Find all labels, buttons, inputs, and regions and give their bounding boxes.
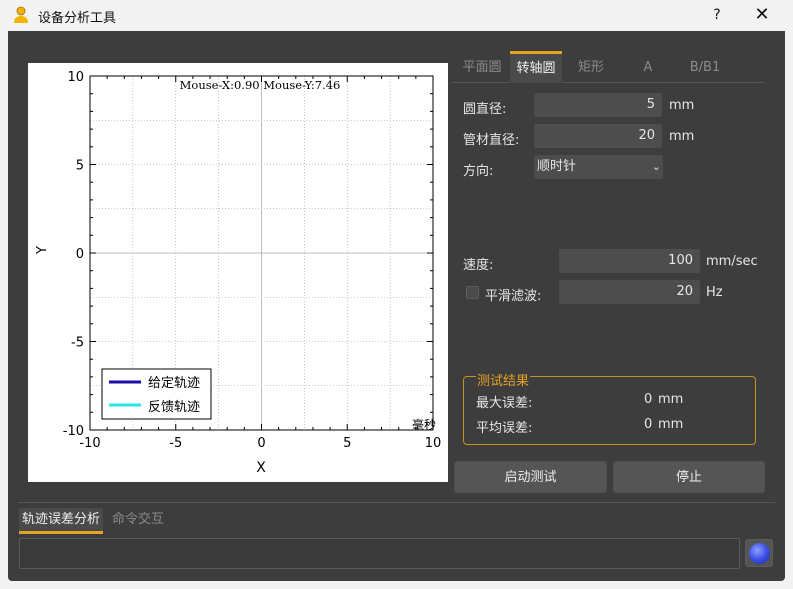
stop-button[interactable]: 停止 [613,461,765,493]
tab-trajectory-error[interactable]: 轨迹误差分析 [19,508,104,534]
window-title: 设备分析工具 [38,11,117,26]
app-user-icon [14,6,28,23]
send-button[interactable] [745,539,773,567]
mouse-readout: Mouse-X:0.90 Mouse-Y:7.46 [180,78,341,92]
tab-rectangle[interactable]: 矩形 [565,51,617,83]
x-axis-label: X [256,460,266,476]
tube-diameter-input[interactable]: 20 [534,124,662,148]
x-tick-label: 0 [257,436,265,451]
bottom-divider [18,502,775,503]
max-error-value: 0 [644,392,653,407]
start-test-button[interactable]: 启动测试 [454,461,607,493]
y-tick-label: -10 [63,424,84,439]
speed-label: 速度: [463,258,494,273]
speed-input[interactable]: 100 [559,249,700,273]
close-button[interactable]: ✕ [748,3,776,27]
avg-error-label: 平均误差: [476,421,533,436]
smoothing-unit: Hz [706,285,723,300]
corner-unit-label: 毫秒 [412,417,436,432]
legend: 给定轨迹 反馈轨迹 [101,368,212,420]
test-results-title: 测试结果 [476,370,531,389]
circle-diameter-input[interactable]: 5 [534,93,662,117]
tab-plane-circle[interactable]: 平面圆 [456,51,508,83]
shape-tabs: 平面圆 转轴圆 矩形 A B/B1 [451,51,765,83]
avg-error-value: 0 [644,417,653,432]
tube-diameter-unit: mm [669,129,695,144]
y-tick-label: 0 [76,247,84,262]
x-tick-label: 10 [425,436,442,451]
max-error-label: 最大误差: [476,396,533,411]
circle-diameter-label: 圆直径: [463,102,507,117]
y-axis-label: Y [35,246,50,255]
x-tick-label: 5 [343,436,351,451]
trajectory-plot[interactable]: -10 -5 0 5 10 10 5 0 -5 -10 Mouse-X:0.90 Mouse-Y:… [28,63,448,482]
avg-error-unit: mm [658,417,684,432]
plot-canvas: -10 -5 0 5 101050-5-10 Mouse-X:0.90 Mouse-Y:… [35,70,442,476]
command-input[interactable] [19,538,740,569]
orb-icon [749,543,770,564]
tab-axis-circle[interactable]: 转轴圆 [510,51,562,83]
help-button[interactable]: ? [706,5,728,25]
circle-diameter-unit: mm [669,98,695,113]
max-error-unit: mm [658,392,684,407]
chevron-down-icon: ⌄ [651,160,661,173]
y-tick-label: 10 [67,70,84,85]
tab-b-b1[interactable]: B/B1 [679,51,731,83]
smoothing-input[interactable]: 20 [559,280,700,304]
speed-unit: mm/sec [706,254,758,269]
direction-select[interactable]: 顺时针 ⌄ [534,155,663,179]
tab-command-interaction[interactable]: 命令交互 [112,508,164,534]
direction-value: 顺时针 [537,159,577,174]
tab-a[interactable]: A [622,51,674,83]
smoothing-label: 平滑滤波: [485,289,542,304]
title-bar: 设备分析工具 ? ✕ [0,0,793,31]
smoothing-checkbox[interactable] [466,286,479,299]
direction-label: 方向: [463,164,494,179]
main-panel: -10 -5 0 5 10 10 5 0 -5 -10 Mouse-X:0.90 Mouse-Y:… [8,31,785,581]
legend-label-feedback: 反馈轨迹 [148,400,200,415]
tube-diameter-label: 管材直径: [463,133,520,148]
x-tick-label: -5 [169,436,182,451]
legend-label-given: 给定轨迹 [148,376,200,391]
y-tick-label: 5 [76,159,84,174]
y-tick-label: -5 [71,336,84,351]
